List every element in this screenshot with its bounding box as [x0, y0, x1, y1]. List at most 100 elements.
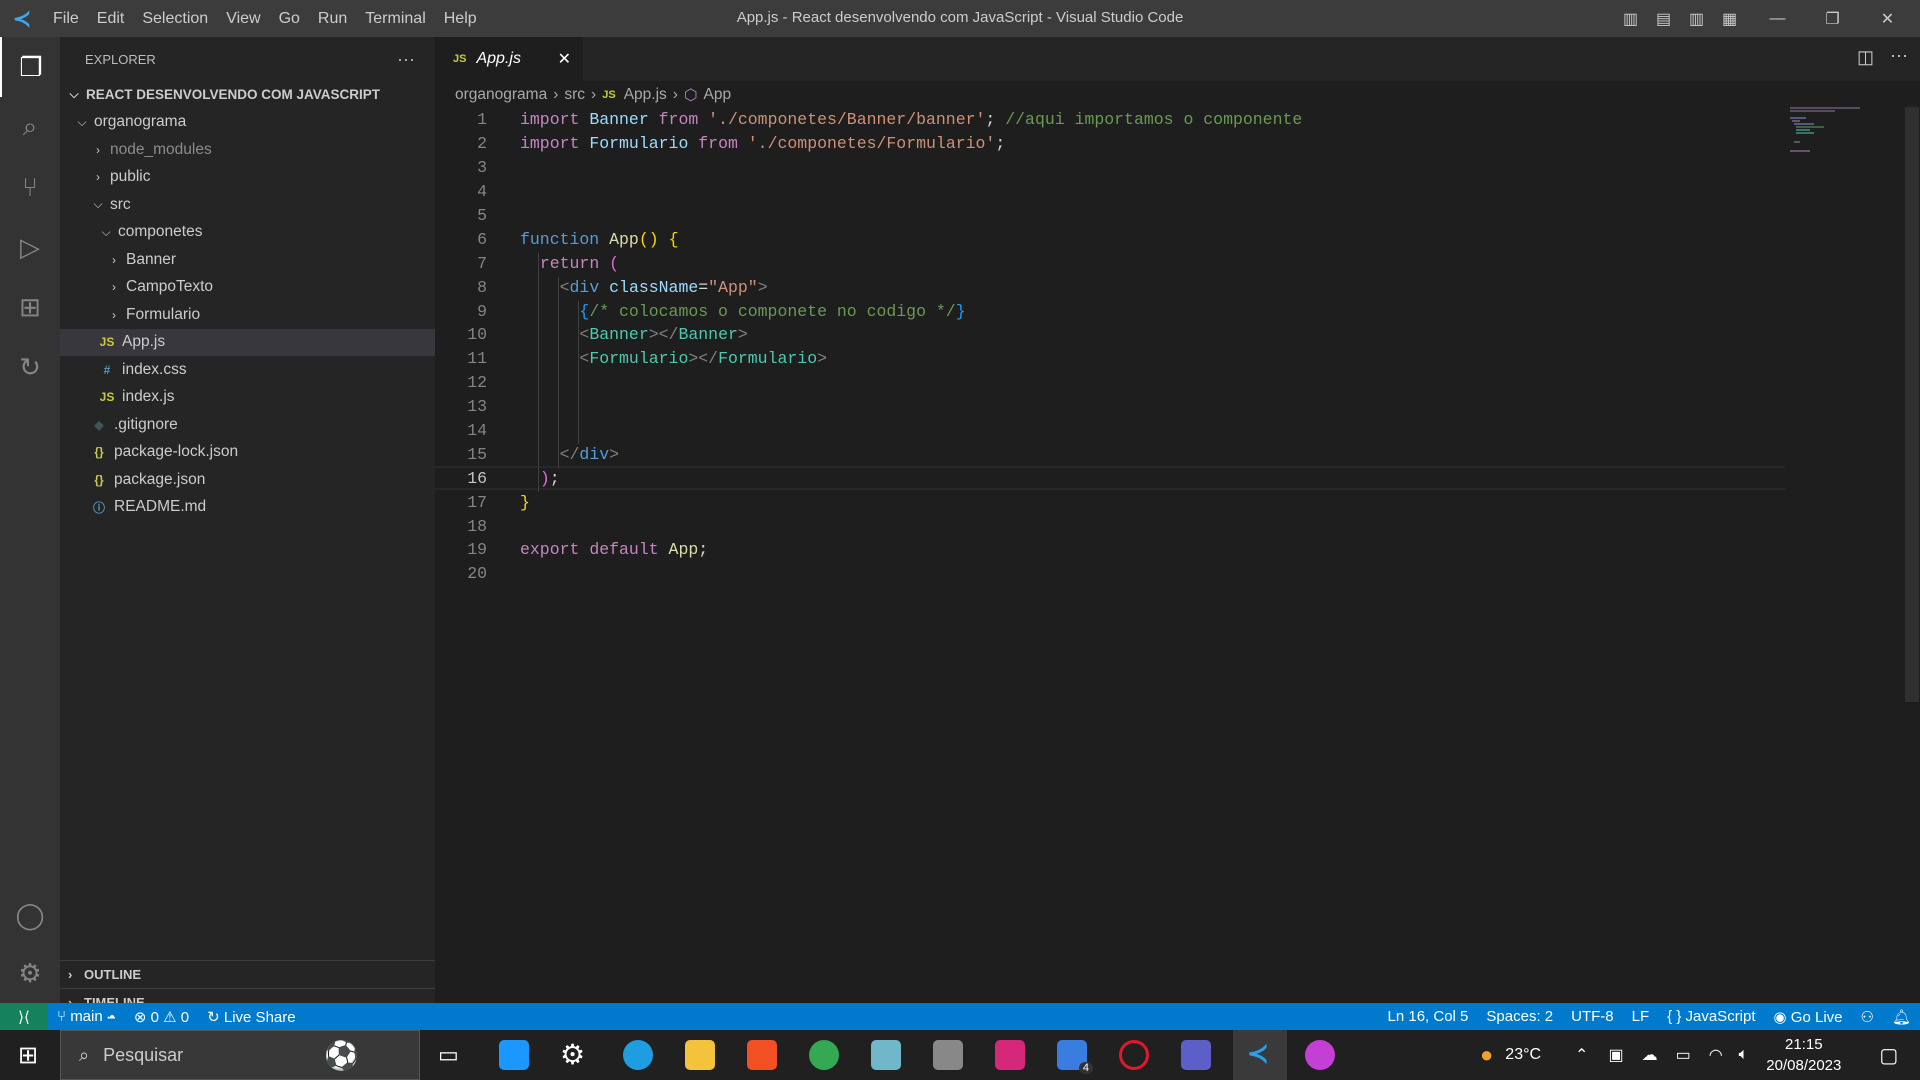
clock[interactable]: 21:15 20/08/2023	[1766, 1034, 1841, 1076]
live-share-icon[interactable]: ↻	[0, 337, 60, 397]
branch-name: main	[70, 1008, 103, 1025]
chevron-right-icon: ›	[112, 307, 116, 322]
indentation[interactable]: Spaces: 2	[1477, 1008, 1562, 1025]
vscode-taskbar-item[interactable]: ≺	[1233, 1030, 1287, 1080]
chrome-icon[interactable]	[809, 1040, 839, 1070]
todo-icon[interactable]: 4	[1057, 1040, 1093, 1074]
menu-run[interactable]: Run	[309, 10, 356, 27]
tree-item[interactable]: JS App.js	[60, 328, 435, 356]
code-editor[interactable]: 1 import Banner from './componetes/Banner…	[435, 108, 1785, 586]
split-editor-icon[interactable]: ◫	[1857, 47, 1874, 68]
notification-center-icon[interactable]: ▢	[1879, 1043, 1898, 1068]
close-window-button[interactable]: ✕	[1860, 9, 1915, 29]
menu-edit[interactable]: Edit	[88, 10, 134, 27]
toggle-secondary-sidebar-icon[interactable]: ▥	[1680, 9, 1713, 29]
restore-button[interactable]: ❐	[1805, 9, 1860, 29]
tree-item[interactable]: ⓘ README.md	[60, 494, 435, 522]
language-mode[interactable]: { } JavaScript	[1658, 1008, 1764, 1025]
instagram-icon[interactable]	[995, 1040, 1025, 1070]
camera-icon[interactable]: ▣	[1608, 1045, 1623, 1065]
menu-view[interactable]: View	[217, 10, 269, 27]
run-debug-icon[interactable]: ▷	[0, 217, 60, 277]
problems-indicator[interactable]: ⊗ 0 ⚠ 0	[125, 1008, 198, 1026]
minimize-button[interactable]: —	[1750, 10, 1805, 28]
app-icon[interactable]	[871, 1040, 901, 1070]
code-token: ;	[985, 110, 1006, 130]
settings-gear-icon[interactable]: ⚙	[0, 943, 60, 1003]
menu-terminal[interactable]: Terminal	[356, 10, 434, 27]
taskbar-search[interactable]: ⌕ Pesquisar ⚽	[60, 1030, 420, 1080]
tree-item[interactable]: {} package-lock.json	[60, 439, 435, 467]
wifi-icon[interactable]: ◠	[1709, 1045, 1723, 1065]
breadcrumb-item[interactable]: organograma	[455, 86, 547, 104]
extensions-icon[interactable]: ⊞	[0, 277, 60, 337]
minimap[interactable]	[1790, 107, 1870, 152]
tree-item[interactable]: {} package.json	[60, 466, 435, 494]
cursor-position[interactable]: Ln 16, Col 5	[1379, 1008, 1478, 1025]
battery-icon[interactable]: ▭	[1676, 1045, 1691, 1065]
line-ending[interactable]: LF	[1623, 1008, 1659, 1025]
menu-selection[interactable]: Selection	[133, 10, 217, 27]
live-share-button[interactable]: ↻ Live Share	[198, 1008, 304, 1026]
weather-icon[interactable]: ●	[1480, 1042, 1493, 1068]
chevron-up-icon[interactable]: ⌃	[1575, 1045, 1588, 1065]
tree-item[interactable]: ⌵ componetes	[60, 219, 435, 247]
tree-item[interactable]: › node_modules	[60, 136, 435, 164]
outline-section[interactable]: › OUTLINE	[60, 960, 435, 988]
live-share-icon: ↻	[207, 1008, 220, 1026]
opera-icon[interactable]	[1119, 1040, 1149, 1070]
encoding[interactable]: UTF-8	[1562, 1008, 1623, 1025]
breadcrumb-item[interactable]: App	[704, 86, 732, 104]
go-live-button[interactable]: ◉ Go Live	[1765, 1008, 1852, 1026]
editor-tabs: JS App.js ✕ ◫ ···	[435, 37, 1920, 81]
tree-item[interactable]: ⌵ organograma	[60, 109, 435, 137]
discord-icon[interactable]	[1305, 1040, 1335, 1070]
explorer-icon[interactable]: ❐	[0, 37, 60, 97]
code-token: Formulario	[718, 349, 818, 369]
tree-item[interactable]: › Formulario	[60, 301, 435, 329]
tree-item[interactable]: ◆ .gitignore	[60, 411, 435, 439]
account-icon[interactable]: ◯	[0, 885, 60, 945]
settings-icon[interactable]: ⚙	[560, 1038, 585, 1071]
windows-start-icon[interactable]: ⊞	[18, 1041, 38, 1070]
toggle-sidebar-icon[interactable]: ▥	[1614, 9, 1647, 29]
microsoft-store-icon[interactable]	[747, 1040, 777, 1070]
weather-temp[interactable]: 23°C	[1505, 1046, 1541, 1064]
edge-icon[interactable]	[623, 1040, 653, 1070]
tree-item[interactable]: ⌵ src	[60, 191, 435, 219]
editor-more-icon[interactable]: ···	[1890, 45, 1908, 66]
tree-item[interactable]: › CampoTexto	[60, 274, 435, 302]
tree-item[interactable]: # index.css	[60, 356, 435, 384]
file-explorer-icon[interactable]	[685, 1040, 715, 1070]
teams-icon[interactable]	[1181, 1040, 1211, 1070]
menu-go[interactable]: Go	[270, 10, 309, 27]
close-tab-icon[interactable]: ✕	[558, 49, 571, 69]
breadcrumb-item[interactable]: App.js	[624, 86, 667, 104]
search-icon[interactable]: ⌕	[0, 97, 60, 157]
breadcrumb-item[interactable]: src	[564, 86, 585, 104]
tree-item[interactable]: › public	[60, 164, 435, 192]
remote-indicator[interactable]: ⟩⟨	[0, 1003, 48, 1030]
toggle-panel-icon[interactable]: ▤	[1647, 9, 1680, 29]
menu-file[interactable]: File	[44, 10, 88, 27]
prime-video-icon[interactable]	[499, 1040, 529, 1070]
task-view-icon[interactable]: ▭	[438, 1042, 459, 1068]
more-actions-icon[interactable]: ···	[397, 49, 415, 70]
editor-scrollbar[interactable]	[1905, 107, 1919, 702]
code-token: </	[559, 444, 580, 464]
menu-help[interactable]: Help	[435, 10, 486, 27]
tree-item[interactable]: › Banner	[60, 246, 435, 274]
tree-item[interactable]: JS index.js	[60, 384, 435, 412]
calculator-icon[interactable]	[933, 1040, 963, 1070]
workspace-root[interactable]: ⌵ REACT DESENVOLVENDO COM JAVASCRIPT	[60, 81, 435, 109]
notifications-bell-icon[interactable]: 🔔︎	[1883, 1008, 1920, 1026]
chevron-down-icon: ⌵	[77, 114, 87, 129]
source-control-icon[interactable]: ⑂	[0, 157, 60, 217]
branch-indicator[interactable]: ⑂ main ☁	[48, 1008, 125, 1025]
volume-icon[interactable]: 🔈︎	[1739, 1046, 1749, 1064]
feedback-icon[interactable]: ⚇	[1852, 1008, 1883, 1026]
onedrive-off-icon[interactable]: ☁	[1642, 1045, 1658, 1065]
tab-app-js[interactable]: JS App.js ✕	[435, 37, 583, 81]
chevron-down-icon: ⌵	[101, 224, 111, 239]
customize-layout-icon[interactable]: ▦	[1713, 9, 1746, 29]
